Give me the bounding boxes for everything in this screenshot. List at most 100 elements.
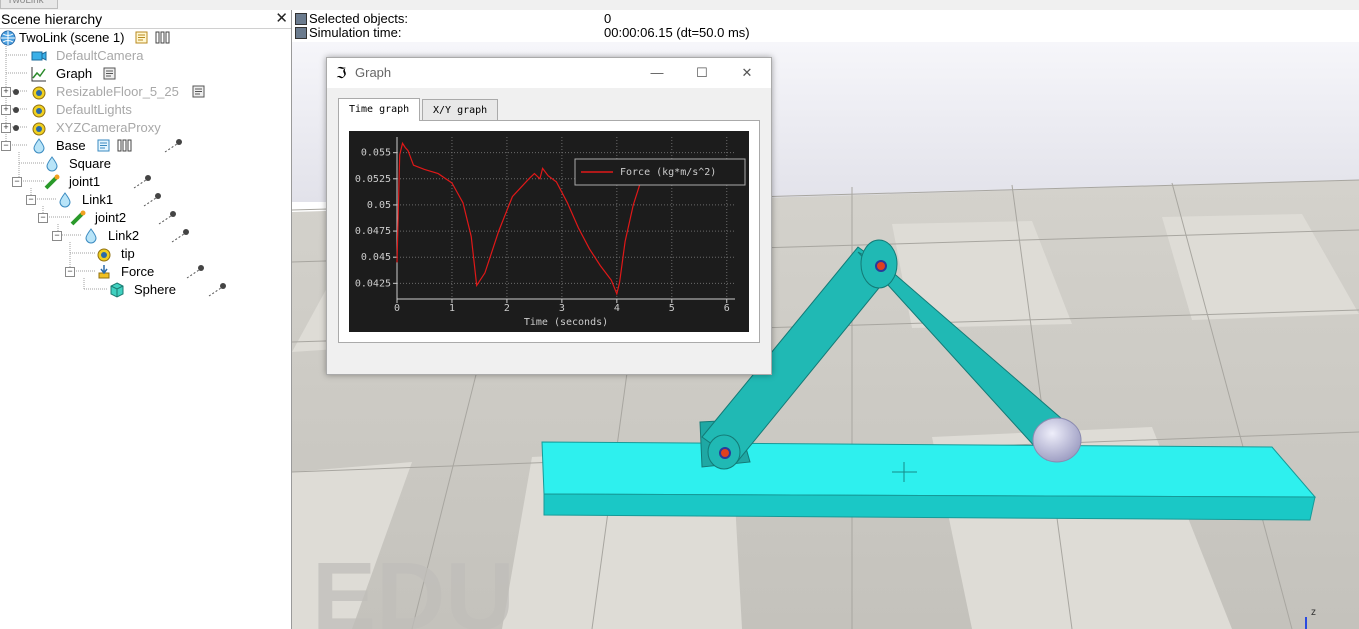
joint-icon [44, 174, 60, 190]
tree-item-tip[interactable]: tip [0, 245, 291, 263]
tree-item-link1[interactable]: − Link1 [0, 191, 291, 209]
selected-objects-value: 0 [604, 11, 612, 26]
graph-window-app-icon: ℑ [336, 65, 347, 82]
properties-icon [117, 139, 132, 152]
x-axis-label: Time (seconds) [524, 317, 608, 328]
properties-icon [155, 31, 170, 44]
camera-icon [31, 51, 47, 61]
tree-item-defaultlights[interactable]: + DefaultLights [0, 101, 291, 119]
y-tick-label: 0.045 [361, 252, 391, 263]
tree-item-label: TwoLink (scene 1) [19, 30, 125, 45]
simulation-info-bar: Selected objects: 0 Simulation time: 00:… [292, 10, 1359, 42]
svg-text:z: z [1311, 607, 1316, 618]
expand-icon[interactable]: + [1, 87, 11, 97]
collapse-icon[interactable]: − [12, 177, 22, 187]
time-graph-plot[interactable]: 0 1 2 3 4 5 6 0.055 0.0525 0.05 0.0475 0.045 0.0425 T… [349, 131, 749, 332]
x-tick-label: 2 [504, 303, 510, 314]
model-marker-icon [13, 107, 19, 113]
dynamics-icon [164, 139, 182, 153]
shape-icon [32, 86, 46, 100]
hierarchy-tree: TwoLink (scene 1) DefaultCamera Graph + … [0, 29, 291, 629]
tree-item-resizablefloor[interactable]: + ResizableFloor_5_25 [0, 83, 291, 101]
dynamics-icon [186, 265, 204, 279]
collapse-icon[interactable]: − [26, 195, 36, 205]
edu-watermark: EDU [312, 543, 515, 629]
tree-item-label: Link1 [82, 192, 114, 207]
dynamics-icon [208, 283, 226, 297]
script-icon [97, 139, 110, 152]
x-tick-label: 4 [614, 303, 620, 314]
info-toggle-icon[interactable] [295, 13, 307, 25]
tree-item-label: Sphere [134, 282, 176, 297]
shape-icon [46, 156, 58, 172]
collapse-icon[interactable]: − [52, 231, 62, 241]
tab-xy-graph[interactable]: X/Y graph [422, 99, 499, 121]
expand-icon[interactable]: + [1, 123, 11, 133]
tree-item-label: XYZCameraProxy [56, 120, 161, 135]
close-icon[interactable]: ✕ [275, 10, 288, 27]
tree-item-label: joint1 [69, 174, 101, 189]
sphere-object [1032, 417, 1082, 463]
minimize-icon[interactable]: — [642, 62, 672, 84]
joint2-marker [875, 260, 887, 272]
collapse-icon[interactable]: − [65, 267, 75, 277]
tree-item-joint1[interactable]: − joint1 [0, 173, 291, 191]
script-icon [192, 85, 205, 98]
expand-icon[interactable]: + [1, 105, 11, 115]
tree-item-xyzcameraproxy[interactable]: + XYZCameraProxy [0, 119, 291, 137]
model-marker-icon [13, 125, 19, 131]
tree-item-label: Graph [56, 66, 93, 81]
tree-item-label: Link2 [108, 228, 140, 243]
script-icon [103, 67, 116, 80]
proxy-icon [32, 122, 46, 136]
tree-item-graph[interactable]: Graph [0, 65, 291, 83]
scene-tab[interactable]: TwoLink [0, 0, 58, 9]
hierarchy-header: Scene hierarchy ✕ [0, 10, 291, 29]
tree-item-label: DefaultLights [56, 102, 132, 117]
graph-window[interactable]: ℑ Graph — ☐ ✕ Time graph X/Y graph 0 1 2 3 4… [326, 57, 772, 375]
cube-shape-icon [110, 282, 124, 298]
chart-svg: 0 1 2 3 4 5 6 0.055 0.0525 0.05 0.0475 0.045 0.0425 T… [355, 137, 746, 328]
info-toggle-icon[interactable] [295, 27, 307, 39]
tree-item-defaultcamera[interactable]: DefaultCamera [0, 47, 291, 65]
scene-hierarchy-panel: Scene hierarchy ✕ TwoLink (scene 1) Defa… [0, 10, 292, 629]
joint1-marker [719, 447, 731, 459]
simulation-time-label: Simulation time: [309, 25, 402, 40]
collapse-icon[interactable]: − [38, 213, 48, 223]
tree-item-twolink[interactable]: TwoLink (scene 1) [0, 29, 291, 47]
light-icon [32, 104, 46, 118]
script-icon [135, 31, 148, 44]
tree-item-base[interactable]: − Base [0, 137, 291, 155]
tab-time-graph[interactable]: Time graph [338, 98, 421, 121]
maximize-icon[interactable]: ☐ [687, 62, 717, 84]
y-tick-label: 0.0525 [355, 174, 391, 185]
dynamics-icon [158, 211, 176, 225]
tree-item-link2[interactable]: − Link2 [0, 227, 291, 245]
dummy-icon [97, 248, 111, 262]
tree-item-force[interactable]: − Force [0, 263, 291, 281]
y-tick-label: 0.055 [361, 148, 391, 159]
y-tick-label: 0.0475 [355, 226, 391, 237]
tree-item-sphere[interactable]: Sphere [0, 281, 291, 299]
graph-window-titlebar[interactable]: ℑ Graph — ☐ ✕ [327, 58, 771, 88]
collapse-icon[interactable]: − [1, 141, 11, 151]
shape-icon [33, 138, 45, 154]
force-sensor-icon [98, 265, 110, 279]
dynamics-icon [133, 175, 151, 189]
tree-item-label: tip [121, 246, 135, 261]
scene-globe-icon [0, 30, 16, 46]
tree-item-joint2[interactable]: − joint2 [0, 209, 291, 227]
x-tick-label: 5 [669, 303, 675, 314]
tree-item-label: Square [69, 156, 111, 171]
graph-window-title: Graph [355, 65, 392, 80]
selected-objects-label: Selected objects: [309, 11, 409, 26]
close-icon[interactable]: ✕ [732, 62, 762, 84]
tree-item-label: Force [121, 264, 155, 279]
dynamics-icon [143, 193, 161, 207]
shape-icon [59, 192, 71, 208]
legend-label: Force (kg*m/s^2) [620, 167, 716, 178]
tree-item-square[interactable]: Square [0, 155, 291, 173]
x-tick-label: 6 [724, 303, 730, 314]
tree-item-label: DefaultCamera [56, 48, 144, 63]
shape-icon [85, 228, 97, 244]
